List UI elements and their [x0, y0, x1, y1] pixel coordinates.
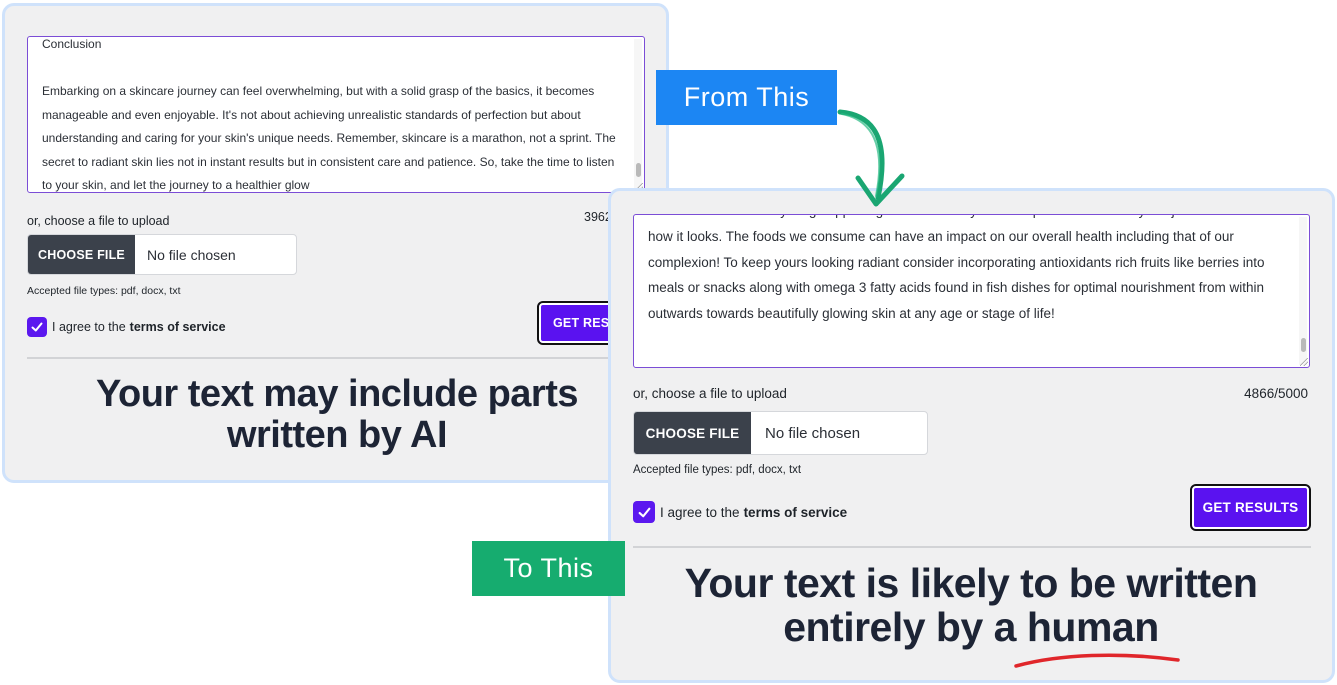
choose-file-button[interactable]: CHOOSE FILE: [28, 235, 135, 274]
terms-of-service-link[interactable]: terms of service: [744, 505, 848, 520]
scrollbar-thumb[interactable]: [1301, 338, 1306, 352]
red-underline-mark: [1014, 653, 1180, 668]
divider: [633, 546, 1311, 548]
divider: [27, 357, 647, 359]
character-count: 4866/5000: [1244, 386, 1308, 401]
text-input-area[interactable]: Conclusion Embarking on a skincare journ…: [27, 36, 645, 193]
scrollbar-thumb[interactable]: [636, 163, 641, 177]
text-input-content: Conclusion Embarking on a skincare journ…: [42, 37, 616, 192]
file-chosen-text: No file chosen: [765, 424, 861, 442]
file-chosen-text: No file chosen: [147, 246, 236, 263]
accepted-file-types: Accepted file types: pdf, docx, txt: [27, 285, 181, 297]
result-headline: Your text may include parts written by A…: [27, 374, 647, 456]
resize-handle-icon[interactable]: [1300, 358, 1308, 366]
from-this-badge: From This: [656, 70, 837, 125]
terms-agreement: I agree to the terms of service: [27, 317, 226, 337]
file-input[interactable]: CHOOSE FILE No file chosen: [27, 234, 297, 275]
upload-label: or, choose a file to upload: [633, 386, 787, 401]
terms-of-service-link[interactable]: terms of service: [130, 320, 226, 334]
agree-text: I agree to the: [52, 320, 126, 334]
terms-checkbox[interactable]: [27, 317, 47, 337]
file-input[interactable]: CHOOSE FILE No file chosen: [633, 411, 928, 455]
check-icon: [638, 507, 650, 517]
after-detector-panel: Your skin reflects everything happening …: [608, 188, 1335, 683]
accepted-file-types: Accepted file types: pdf, docx, txt: [633, 464, 802, 476]
headline-line-2: written by AI: [226, 414, 448, 456]
upload-label: or, choose a file to upload: [27, 214, 170, 228]
get-results-button[interactable]: GET RESULTS: [1190, 484, 1311, 531]
headline-emphasis-word: human: [1026, 604, 1159, 650]
terms-checkbox[interactable]: [633, 501, 655, 523]
result-headline: Your text is likely to be written entire…: [621, 561, 1321, 649]
headline-line-1: Your text is likely to be written: [684, 560, 1258, 606]
check-icon: [31, 322, 43, 332]
headline-line-2-prefix: entirely by a: [783, 604, 1016, 650]
curved-arrow-icon: [837, 109, 905, 207]
headline-line-2: entirely by a human: [621, 605, 1321, 649]
agree-text: I agree to the: [660, 504, 740, 520]
text-input-content: Your skin reflects everything happening …: [648, 215, 1265, 322]
terms-agreement: I agree to the terms of service: [633, 501, 847, 523]
choose-file-button[interactable]: CHOOSE FILE: [634, 412, 751, 454]
text-input-area[interactable]: Your skin reflects everything happening …: [633, 214, 1310, 368]
headline-line-1: Your text may include parts: [95, 373, 579, 415]
before-detector-panel: Conclusion Embarking on a skincare journ…: [2, 3, 669, 483]
to-this-badge: To This: [472, 541, 625, 596]
